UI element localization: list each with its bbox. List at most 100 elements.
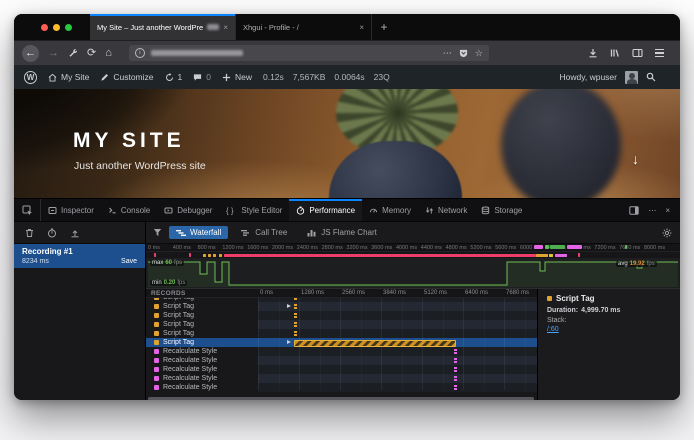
view-tab-js-flame-chart[interactable]: JS Flame Chart: [300, 226, 384, 239]
record-bar[interactable]: [454, 358, 457, 364]
expand-arrow-icon[interactable]: [287, 304, 291, 308]
page-actions-icon[interactable]: ⋯: [443, 48, 452, 59]
new-tab-button[interactable]: +: [372, 14, 396, 40]
library-icon[interactable]: [610, 48, 620, 58]
scroll-down-arrow[interactable]: ↓: [632, 151, 639, 167]
record-performance-icon[interactable]: [47, 228, 57, 238]
flame-chart-icon: [307, 229, 317, 237]
tab-label: JS Flame Chart: [321, 228, 377, 237]
browser-tab[interactable]: Xhgui - Profile - /×: [236, 14, 372, 40]
import-recording-icon[interactable]: [70, 228, 80, 238]
ruler-tick: 2000 ms: [272, 245, 293, 251]
comments-menu[interactable]: 0: [193, 72, 211, 82]
bookmark-star-icon[interactable]: ☆: [475, 48, 483, 59]
marker-segment: [154, 253, 156, 257]
view-tab-call-tree[interactable]: Call Tree: [234, 226, 294, 239]
horizontal-scrollbar[interactable]: [148, 397, 534, 400]
devtools-toolbar: InspectorConsole Debugger { } Style Editor P…: [14, 199, 680, 222]
url-bar[interactable]: i ⋯ ☆: [129, 45, 489, 61]
pencil-icon: [100, 73, 109, 82]
expand-arrow-icon[interactable]: [287, 340, 291, 344]
sidebar-toggle-icon[interactable]: [632, 48, 643, 58]
style-marker-icon: [154, 358, 159, 363]
ruler-tick: 7600 ms: [619, 245, 640, 251]
minimize-window-button[interactable]: [53, 24, 60, 31]
redacted-text: [207, 24, 219, 30]
tab-close-button[interactable]: ×: [223, 23, 228, 32]
record-label: Recalculate Style: [146, 383, 258, 392]
tab-strip: My Site – Just another WordPress s×Xhgui…: [90, 14, 372, 40]
downloads-icon[interactable]: [588, 48, 598, 58]
avatar[interactable]: [625, 71, 638, 84]
devtools-tab-memory[interactable]: Memory: [362, 199, 418, 221]
save-recording-link[interactable]: Save: [121, 258, 137, 265]
record-bar[interactable]: [294, 331, 297, 337]
ruler-tick: 4800 ms: [446, 245, 467, 251]
filter-icon[interactable]: [153, 228, 162, 237]
view-tab-waterfall[interactable]: Waterfall: [169, 226, 228, 239]
style-editor-icon: { }: [226, 206, 237, 215]
pocket-icon[interactable]: [459, 49, 468, 58]
devtools-tab-performance[interactable]: Performance: [289, 199, 362, 221]
gear-icon[interactable]: [662, 228, 672, 238]
site-info-icon[interactable]: i: [135, 48, 145, 58]
devtools-tab-console[interactable]: Console: [101, 199, 157, 221]
record-bar[interactable]: [294, 313, 297, 319]
ruler-marker-chip: [567, 245, 582, 249]
record-name: Script Tag: [163, 321, 194, 328]
reload-button[interactable]: ⟳: [87, 48, 96, 59]
devtools-tab-storage[interactable]: Storage: [474, 199, 529, 221]
performance-icon: [296, 206, 305, 215]
site-hero: MY SITE Just another WordPress site ↓: [14, 89, 680, 198]
menu-icon[interactable]: [655, 49, 664, 57]
dock-icon[interactable]: [629, 206, 639, 215]
record-bar[interactable]: [454, 385, 457, 391]
framerate-overview[interactable]: max 60 fps min 0.20 fps avg 19.92 fp: [146, 258, 680, 289]
devtools-tab-style-editor[interactable]: { } Style Editor: [219, 199, 289, 221]
back-button[interactable]: ←: [22, 45, 39, 62]
customize-menu[interactable]: Customize: [100, 72, 153, 82]
wp-logo-button[interactable]: W: [24, 71, 37, 84]
devtools-tab-inspector[interactable]: Inspector: [41, 199, 101, 221]
record-bar[interactable]: [454, 349, 457, 355]
clear-recordings-icon[interactable]: [25, 228, 34, 238]
fps-max-label: max 60 fps: [150, 260, 184, 266]
recording-name: Recording #1: [22, 247, 137, 256]
devtools-tab-debugger[interactable]: Debugger: [157, 199, 219, 221]
search-icon[interactable]: [646, 72, 656, 82]
devtools-close-icon[interactable]: ×: [665, 206, 670, 215]
zoom-window-button[interactable]: [65, 24, 72, 31]
marker-stack-label: Stack:: [547, 317, 671, 324]
howdy-account-menu[interactable]: Howdy, wpuser: [560, 72, 617, 82]
ruler-tick: 8000 ms: [644, 245, 665, 251]
browser-tab[interactable]: My Site – Just another WordPress s×: [90, 14, 236, 40]
script-marker-icon: [154, 340, 159, 345]
recording-item[interactable]: Recording #1 8234 ms Save: [14, 244, 145, 268]
record-bar[interactable]: [454, 376, 457, 382]
close-window-button[interactable]: [41, 24, 48, 31]
debugger-icon: [164, 206, 173, 215]
new-content-menu[interactable]: New: [222, 72, 252, 82]
performance-panel: Recording #1 8234 ms Save Waterfall Call …: [14, 222, 680, 400]
devtools-tab-network[interactable]: Network: [418, 199, 474, 221]
tab-label: Debugger: [177, 206, 212, 215]
stack-frame-link[interactable]: /:60: [547, 326, 559, 333]
record-bar[interactable]: [294, 304, 297, 310]
pick-element-icon[interactable]: [14, 199, 41, 221]
wrench-icon[interactable]: [68, 48, 78, 58]
record-bar[interactable]: [294, 340, 456, 347]
marker-segment: [219, 254, 222, 257]
home-button[interactable]: ⌂: [105, 48, 112, 59]
ruler-marker-chip: [534, 245, 543, 249]
forward-button[interactable]: →: [48, 48, 59, 59]
performance-stats[interactable]: 0.12s7,567KB0.0064s23Q: [263, 72, 390, 82]
my-site-menu[interactable]: My Site: [48, 72, 89, 82]
devtools-more-icon[interactable]: ⋯: [648, 206, 656, 215]
updates-menu[interactable]: 1: [165, 72, 183, 82]
tab-close-button[interactable]: ×: [359, 23, 364, 32]
ruler-marker-chip: [550, 245, 565, 249]
tab-label: Style Editor: [241, 206, 282, 215]
record-bar[interactable]: [294, 322, 297, 328]
record-label: Recalculate Style: [146, 365, 258, 374]
record-bar[interactable]: [454, 367, 457, 373]
